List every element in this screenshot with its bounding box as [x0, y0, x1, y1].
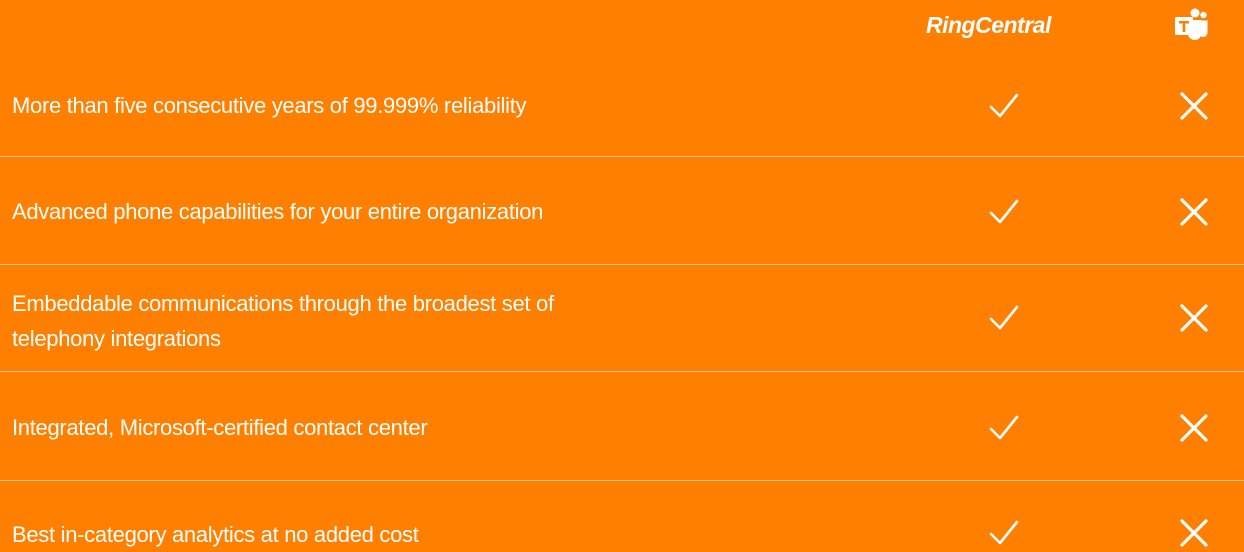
- feature-row: Best in-category analytics at no added c…: [0, 481, 1244, 552]
- feature-label-line-1: Embeddable communications through the br…: [12, 291, 554, 316]
- check-icon: [989, 520, 1019, 545]
- feature-row: More than five consecutive years of 99.9…: [0, 50, 1244, 156]
- cross-icon: [1180, 414, 1208, 442]
- feature-label: Integrated, Microsoft-certified contact …: [12, 415, 428, 440]
- microsoft-teams-logo-icon: [1175, 8, 1208, 40]
- feature-label: More than five consecutive years of 99.9…: [12, 93, 527, 118]
- feature-label-line-2: telephony integrations: [12, 326, 221, 351]
- check-icon: [989, 415, 1019, 440]
- feature-row: Embeddable communications through the br…: [0, 265, 1244, 371]
- ringcentral-logo: RingCentral: [926, 12, 1051, 38]
- feature-row: Advanced phone capabilities for your ent…: [0, 157, 1244, 264]
- cross-icon: [1180, 198, 1208, 226]
- feature-label: Best in-category analytics at no added c…: [12, 522, 419, 547]
- cross-icon: [1180, 519, 1208, 547]
- check-icon: [989, 305, 1019, 330]
- check-icon: [989, 199, 1019, 224]
- cross-icon: [1180, 304, 1208, 332]
- cross-icon: [1180, 92, 1208, 120]
- feature-label: Advanced phone capabilities for your ent…: [12, 199, 544, 224]
- feature-row: Integrated, Microsoft-certified contact …: [0, 372, 1244, 480]
- comparison-header: RingCentral: [0, 0, 1244, 50]
- check-icon: [989, 93, 1019, 118]
